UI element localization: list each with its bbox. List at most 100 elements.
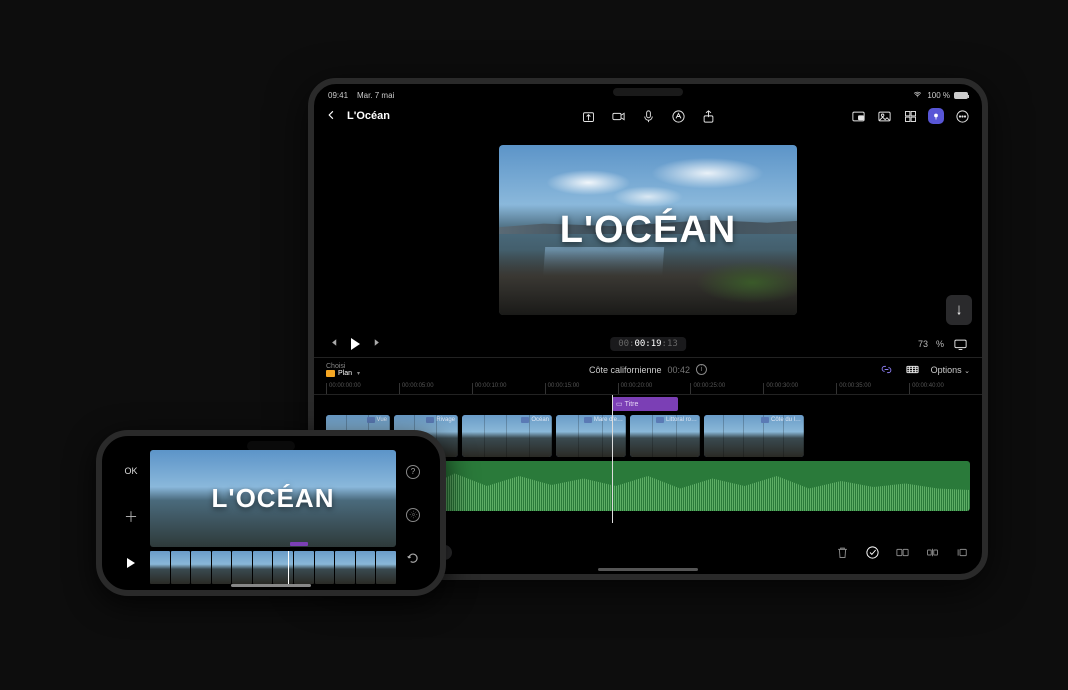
top-toolbar: L'Océan [314,103,982,129]
iphone-home-indicator [231,584,311,587]
project-title: L'Océan [347,110,390,122]
title-clip[interactable]: ▭ Titre [612,397,678,411]
iphone-settings-icon[interactable] [406,508,420,522]
transport-controls: 00:00:19:13 73 % [314,331,982,357]
inspector-icon[interactable] [928,108,944,124]
iphone-timeline[interactable] [150,551,396,584]
ruler-tick: 00:00:25:00 [690,383,763,394]
photo-icon[interactable] [876,108,892,124]
battery-percent: 100 % [927,91,950,100]
clip-label: Mare d'e… [584,417,623,423]
title-clip-label: Titre [625,401,639,408]
connect-clips-icon[interactable] [879,362,895,378]
status-right: 100 % [912,90,968,101]
toolbar-right [850,108,970,124]
video-viewer: L'OCÉAN [314,129,982,331]
filmstrip-icon[interactable] [905,362,921,378]
clip-type-icon [584,417,592,423]
options-dropdown[interactable]: Options ⌄ [931,365,970,375]
clip-type-icon [761,417,769,423]
bottom-right-tools [834,544,970,560]
wifi-icon [912,90,923,101]
video-clip[interactable]: Océan [462,415,552,457]
skip-forward-icon[interactable] [372,337,383,351]
playhead[interactable] [612,395,613,523]
storyboard-type: Plan [338,370,352,377]
preview-frame[interactable]: L'OCÉAN [499,145,797,315]
iphone-center: L'OCÉAN [150,450,396,584]
timecode-main: 00:19 [634,339,661,349]
clip-type-icon [656,417,664,423]
status-date: Mar. 7 mai [357,91,394,100]
zoom-unit: % [936,339,944,349]
ruler-tick: 00:00:15:00 [545,383,618,394]
title-overlay-text: L'OCÉAN [499,145,797,315]
selected-clip-duration: 00:42 [668,365,691,375]
iphone-playhead[interactable] [288,551,289,584]
apple-pencil-tool-button[interactable] [946,295,972,325]
storyboard-indicator[interactable]: Choisi Plan▾ [326,363,360,377]
timecode-prefix: 00: [618,339,634,349]
share-icon[interactable] [700,108,716,124]
ipad-camera-notch [613,88,683,96]
back-button[interactable] [326,108,337,125]
enable-clip-icon[interactable] [864,544,880,560]
video-clip[interactable]: Mare d'e… [556,415,626,457]
clip-info-icon[interactable]: i [696,364,707,375]
clip-label: Vue [367,417,387,423]
ruler-tick: 00:00:00:00 [326,383,399,394]
ruler-tick: 00:00:35:00 [836,383,909,394]
ruler-tick: 00:00:30:00 [763,383,836,394]
split-clip-icon[interactable] [894,544,910,560]
selected-clip-info: Côte californienne 00:42 i [589,364,707,375]
ruler-tick: 00:00:05:00 [399,383,472,394]
ruler-tick: 00:00:20:00 [618,383,691,394]
iphone-title-overlay: L'OCÉAN [150,450,396,547]
pip-icon[interactable] [850,108,866,124]
ruler-tick: 00:00:40:00 [909,383,982,394]
iphone-device: OK ＋ L'OCÉAN ? [96,430,446,596]
skip-back-icon[interactable] [328,337,339,351]
iphone-preview[interactable]: L'OCÉAN [150,450,396,547]
iphone-left-controls: OK ＋ [112,450,150,584]
ruler-tick: 00:00:10:00 [472,383,545,394]
toolbar-center [580,108,716,124]
battery-icon [954,92,968,99]
ok-button[interactable]: OK [124,466,137,476]
timecode-display[interactable]: 00:00:19:13 [610,337,686,351]
insert-gap-icon[interactable] [924,544,940,560]
video-clip[interactable]: Littoral ro… [630,415,700,457]
clip-label: Océan [521,417,549,423]
iphone-play-button[interactable] [127,558,135,568]
clip-label: Rivage [426,417,455,423]
titles-icon[interactable] [670,108,686,124]
video-clip[interactable]: Côte du l… [704,415,804,457]
status-left: 09:41 Mar. 7 mai [328,91,394,100]
import-media-icon[interactable] [580,108,596,124]
clip-type-icon [521,417,529,423]
iphone-title-clip[interactable] [290,542,308,546]
add-media-icon[interactable]: ＋ [124,507,138,527]
iphone-redo-icon[interactable] [406,551,420,570]
voiceover-mic-icon[interactable] [640,108,656,124]
timecode-frames: :13 [662,339,678,349]
grid-icon[interactable] [902,108,918,124]
trash-icon[interactable] [834,544,850,560]
status-time: 09:41 [328,91,348,100]
storyboard-label: Choisi [326,363,360,370]
zoom-value: 73 [918,339,928,349]
timeline-ruler[interactable]: 00:00:00:0000:00:05:0000:00:10:0000:00:1… [314,381,982,395]
iphone-help-icon[interactable]: ? [406,465,420,479]
clip-label: Littoral ro… [656,417,697,423]
trim-icon[interactable] [954,544,970,560]
display-to-screen-icon[interactable] [952,336,968,352]
storyboard-icon [326,370,335,377]
ipad-home-indicator [598,568,698,571]
play-button[interactable] [351,338,360,350]
selected-clip-name: Côte californienne [589,365,662,375]
clip-type-icon [426,417,434,423]
more-icon[interactable] [954,108,970,124]
iphone-right-controls: ? [396,450,430,584]
timeline-header: Choisi Plan▾ Côte californienne 00:42 i … [314,357,982,381]
camera-icon[interactable] [610,108,626,124]
